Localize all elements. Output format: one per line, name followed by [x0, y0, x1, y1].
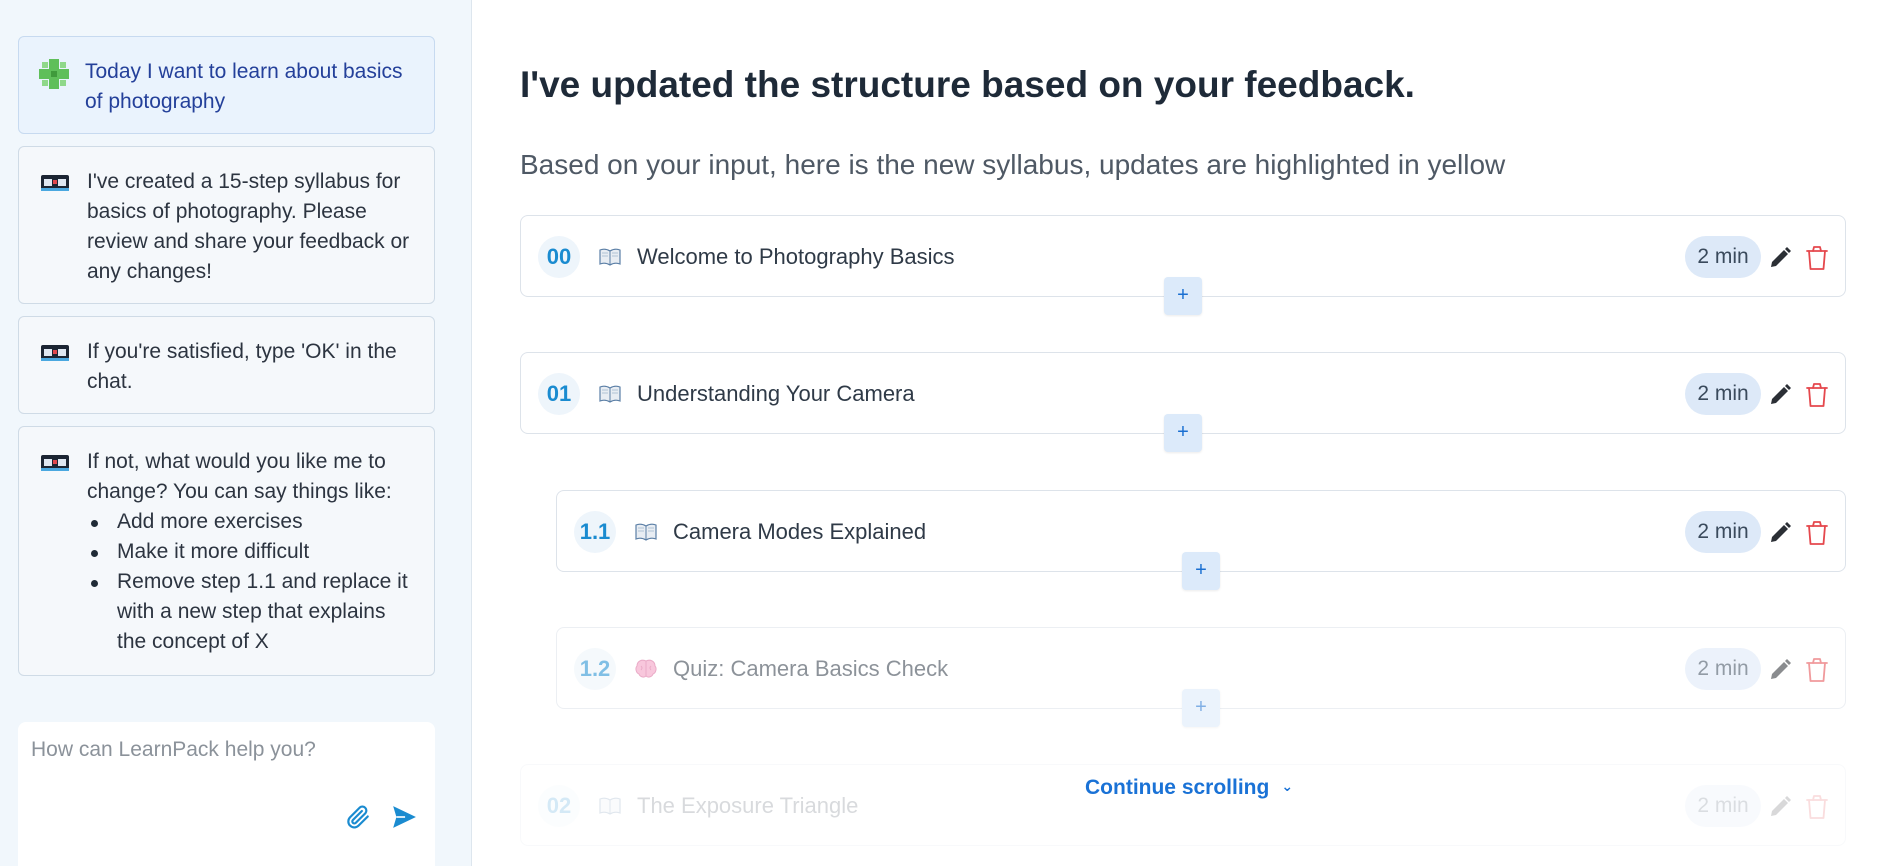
- user-avatar-icon: [39, 59, 69, 89]
- send-icon[interactable]: [391, 804, 417, 830]
- syllabus-substep: 1.2 Quiz: Camera Basics Check 2 min +: [556, 627, 1846, 727]
- duration-badge: 2 min: [1685, 511, 1761, 553]
- continue-scrolling-button[interactable]: Continue scrolling ⌄: [1085, 776, 1293, 800]
- suggestion-list: Add more exercises Make it more difficul…: [87, 507, 410, 657]
- bot-message: If you're satisfied, type 'OK' in the ch…: [18, 316, 435, 414]
- pencil-icon[interactable]: [1768, 383, 1792, 407]
- suggestion-item: Remove step 1.1 and replace it with a ne…: [87, 567, 410, 657]
- pencil-icon[interactable]: [1768, 246, 1792, 270]
- step-number: 02: [538, 785, 580, 827]
- step-number: 00: [538, 236, 580, 278]
- book-icon: [599, 248, 621, 266]
- add-step-button[interactable]: +: [1182, 689, 1220, 727]
- trash-icon[interactable]: [1805, 657, 1829, 683]
- add-step-button[interactable]: +: [1182, 552, 1220, 590]
- step-number: 1.1: [574, 511, 616, 553]
- step-title: Camera Modes Explained: [673, 519, 927, 544]
- pencil-icon[interactable]: [1768, 658, 1792, 682]
- syllabus-panel: I've updated the structure based on your…: [473, 0, 1891, 866]
- pencil-icon[interactable]: [1768, 521, 1792, 545]
- bot-avatar-icon: [41, 175, 69, 191]
- bot-avatar-icon: [41, 345, 69, 361]
- message-text: If you're satisfied, type 'OK' in the ch…: [87, 340, 397, 393]
- duration-badge: 2 min: [1685, 785, 1761, 827]
- duration-badge: 2 min: [1685, 648, 1761, 690]
- trash-icon[interactable]: [1805, 520, 1829, 546]
- step-title: Understanding Your Camera: [637, 381, 915, 406]
- suggestion-item: Make it more difficult: [87, 537, 410, 567]
- user-message: Today I want to learn about basics of ph…: [18, 36, 435, 134]
- syllabus-step: 01 Understanding Your Camera 2 min +: [520, 352, 1846, 452]
- page-title: I've updated the structure based on your…: [520, 64, 1415, 105]
- continue-scrolling-label: Continue scrolling: [1085, 776, 1270, 799]
- trash-icon[interactable]: [1805, 382, 1829, 408]
- add-step-button[interactable]: +: [1164, 277, 1202, 315]
- step-title: Welcome to Photography Basics: [637, 244, 955, 269]
- chat-sidebar: Today I want to learn about basics of ph…: [0, 0, 472, 866]
- book-icon: [599, 385, 621, 403]
- chevron-down-icon: ⌄: [1281, 778, 1294, 794]
- trash-icon[interactable]: [1805, 794, 1829, 820]
- duration-badge: 2 min: [1685, 236, 1761, 278]
- suggestion-item: Add more exercises: [87, 507, 410, 537]
- chat-input-placeholder: How can LearnPack help you?: [31, 738, 316, 761]
- step-title: The Exposure Triangle: [637, 793, 859, 818]
- trash-icon[interactable]: [1805, 245, 1829, 271]
- add-step-button[interactable]: +: [1164, 414, 1202, 452]
- book-icon: [599, 797, 621, 815]
- message-text: Today I want to learn about basics of ph…: [85, 60, 403, 113]
- message-text: If not, what would you like me to change…: [87, 450, 392, 503]
- bot-avatar-icon: [41, 455, 69, 471]
- step-title: Quiz: Camera Basics Check: [673, 656, 949, 681]
- pencil-icon[interactable]: [1768, 795, 1792, 819]
- step-number: 01: [538, 373, 580, 415]
- chat-input[interactable]: How can LearnPack help you?: [18, 722, 435, 866]
- duration-badge: 2 min: [1685, 373, 1761, 415]
- bot-message: If not, what would you like me to change…: [18, 426, 435, 676]
- brain-icon: [635, 659, 657, 678]
- book-icon: [635, 523, 657, 541]
- bot-message: I've created a 15-step syllabus for basi…: [18, 146, 435, 304]
- paperclip-icon[interactable]: [345, 804, 371, 830]
- syllabus-substep: 1.1 Camera Modes Explained 2 min +: [556, 490, 1846, 590]
- message-text: I've created a 15-step syllabus for basi…: [87, 170, 410, 283]
- syllabus-step: 00 Welcome to Photography Basics 2 min +: [520, 215, 1846, 315]
- step-number: 1.2: [574, 648, 616, 690]
- page-subtitle: Based on your input, here is the new syl…: [520, 149, 1506, 180]
